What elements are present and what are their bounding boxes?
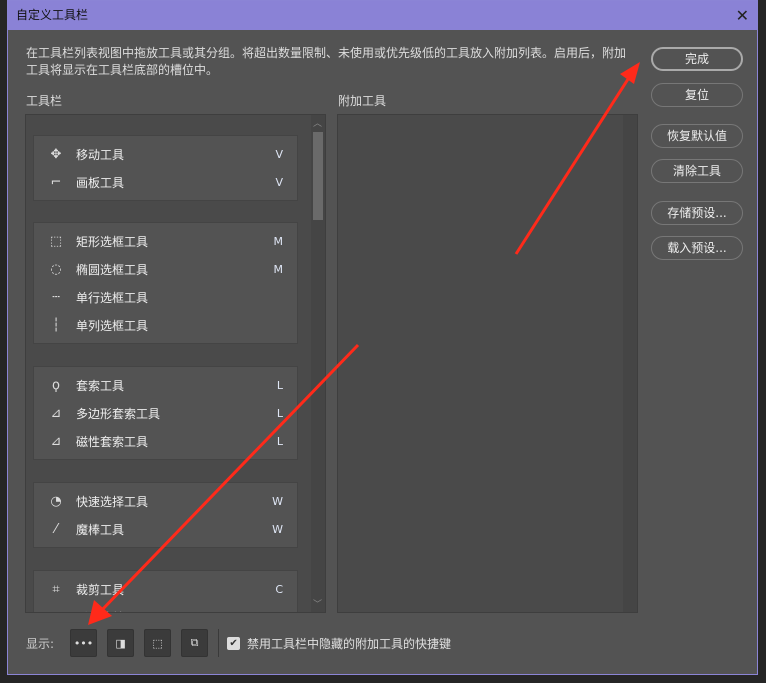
annotation-arrows [88, 62, 640, 625]
arrowhead-icon [620, 62, 640, 84]
arrow-to-done [514, 75, 632, 255]
arrow-to-more [98, 343, 360, 614]
